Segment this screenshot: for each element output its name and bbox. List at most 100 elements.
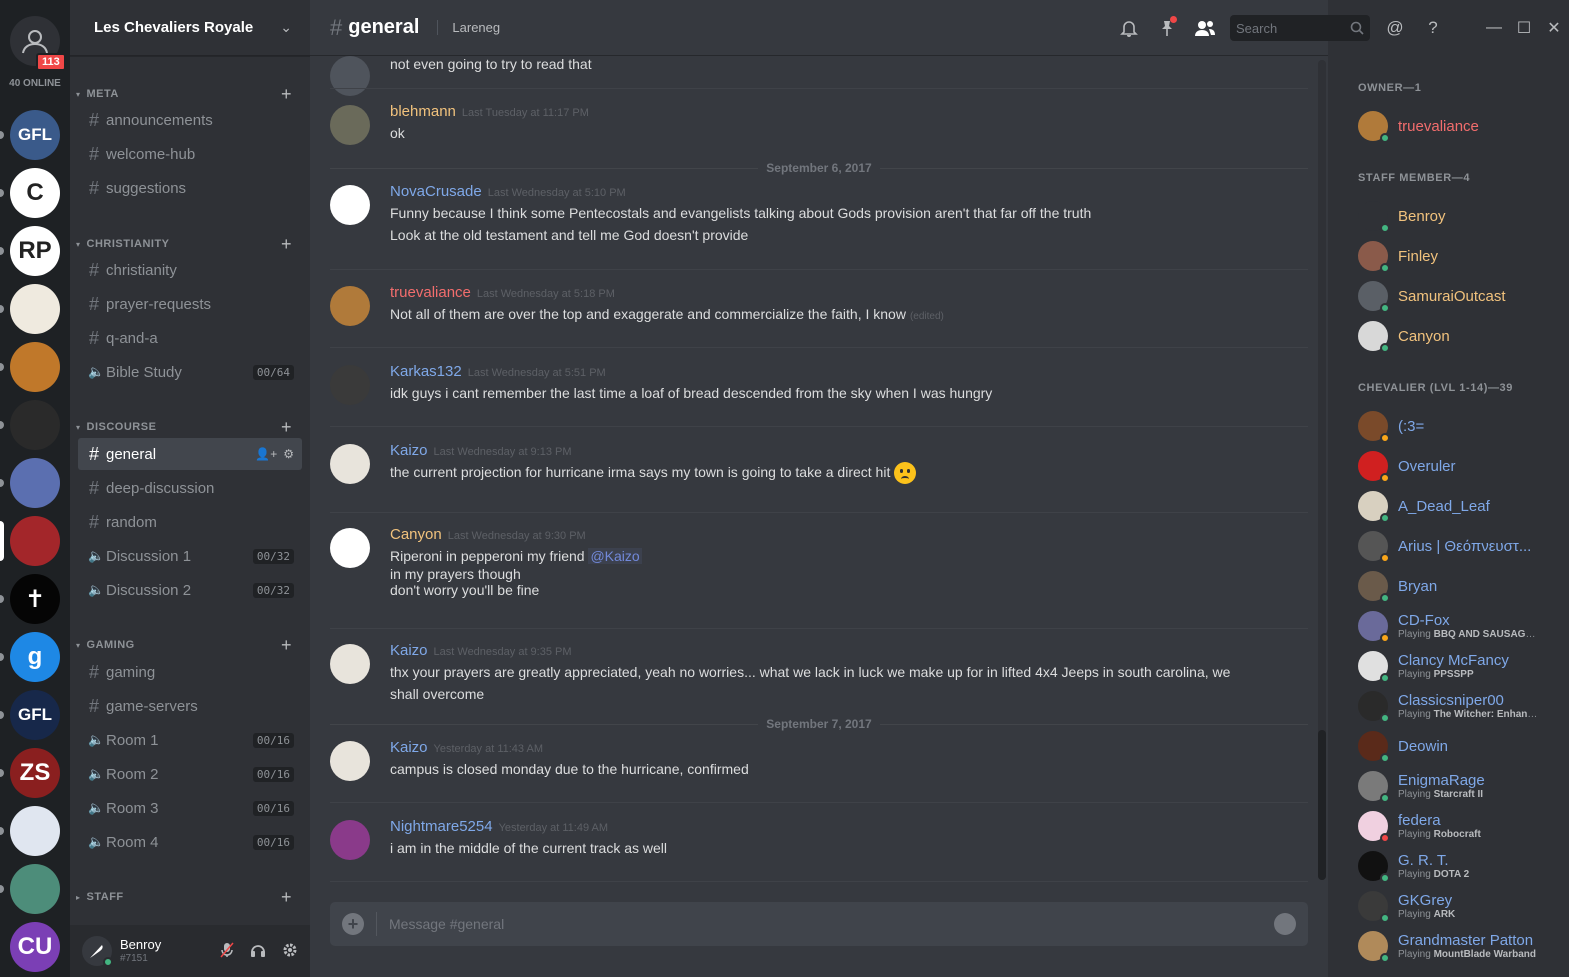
close-icon[interactable]: ✕ (1539, 18, 1569, 38)
server-icon[interactable]: C (10, 168, 60, 218)
channel-item-room-1[interactable]: 🔈 Room 1 00/16 (78, 724, 302, 756)
server-icon[interactable]: GFL (10, 110, 60, 160)
server-icon[interactable]: ZS (10, 748, 60, 798)
channel-item-bible-study[interactable]: 🔈 Bible Study 00/64 (78, 356, 302, 388)
member-item[interactable]: Bryan (1358, 566, 1563, 606)
message-author[interactable]: Kaizo (390, 442, 428, 459)
emoji-picker-icon[interactable] (1274, 913, 1296, 935)
server-icon[interactable] (10, 806, 60, 856)
avatar[interactable] (330, 820, 370, 860)
channel-item-room-3[interactable]: 🔈 Room 3 00/16 (78, 792, 302, 824)
avatar[interactable] (330, 56, 370, 96)
scrollbar-thumb[interactable] (1318, 730, 1326, 880)
message-author[interactable]: Karkas132 (390, 363, 462, 380)
avatar[interactable] (330, 365, 370, 405)
channel-settings-gear-icon[interactable]: ⚙ (283, 447, 294, 461)
channel-item-christianity[interactable]: # christianity (78, 254, 302, 286)
member-item[interactable]: Clancy McFancy Playing PPSSPP (1358, 646, 1563, 686)
upload-plus-icon[interactable]: + (342, 913, 364, 935)
category-meta[interactable]: ▾ META + (70, 84, 310, 104)
server-icon[interactable]: g (10, 632, 60, 682)
headphones-icon[interactable] (250, 942, 266, 961)
channel-item-gaming[interactable]: # gaming (78, 656, 302, 688)
channel-item-discussion-2[interactable]: 🔈 Discussion 2 00/32 (78, 574, 302, 606)
channel-item-welcome-hub[interactable]: # welcome-hub (78, 138, 302, 170)
category-christianity[interactable]: ▾ CHRISTIANITY + (70, 234, 310, 254)
search-box[interactable] (1230, 15, 1370, 41)
server-icon[interactable]: GFL (10, 690, 60, 740)
category-gaming[interactable]: ▾ GAMING + (70, 635, 310, 655)
invite-user-icon[interactable]: 👤+ (255, 447, 277, 461)
mentions-at-icon[interactable]: @ (1376, 18, 1414, 38)
search-input[interactable] (1236, 20, 1350, 36)
category-staff[interactable]: ▸ STAFF + (70, 887, 310, 907)
member-item[interactable]: truevaliance (1358, 106, 1563, 146)
mute-mic-icon[interactable] (220, 942, 234, 961)
member-item[interactable]: Deowin (1358, 726, 1563, 766)
member-item[interactable]: federa Playing Robocraft (1358, 806, 1563, 846)
maximize-icon[interactable]: ☐ (1509, 18, 1539, 38)
avatar[interactable] (82, 936, 113, 967)
channel-item-suggestions[interactable]: # suggestions (78, 172, 302, 204)
member-item[interactable]: Classicsniper00 Playing The Witcher: Enha… (1358, 686, 1563, 726)
category-discourse[interactable]: ▾ DISCOURSE + (70, 417, 310, 437)
message-author[interactable]: blehmann (390, 103, 456, 120)
create-channel-plus-icon[interactable]: + (281, 234, 292, 255)
members-icon[interactable] (1186, 19, 1224, 37)
avatar[interactable] (330, 444, 370, 484)
member-item[interactable]: Benroy (1358, 196, 1563, 236)
message-author[interactable]: Kaizo (390, 739, 428, 756)
member-item[interactable]: (:3= (1358, 406, 1563, 446)
member-item[interactable]: Grandmaster Patton Playing MountBlade War… (1358, 926, 1563, 966)
member-item[interactable]: A_Dead_Leaf (1358, 486, 1563, 526)
channel-item-announcements[interactable]: # announcements (78, 104, 302, 136)
member-item[interactable]: SamuraiOutcast (1358, 276, 1563, 316)
member-item[interactable]: CD-Fox Playing BBQ AND SAUSAGE... (1358, 606, 1563, 646)
member-item[interactable]: EnigmaRage Playing Starcraft II (1358, 766, 1563, 806)
create-channel-plus-icon[interactable]: + (281, 635, 292, 656)
bell-icon[interactable] (1110, 19, 1148, 37)
channel-item-room-2[interactable]: 🔈 Room 2 00/16 (78, 758, 302, 790)
server-icon[interactable] (10, 342, 60, 392)
message-author[interactable]: truevaliance (390, 284, 471, 301)
member-item[interactable]: Arius | Θεόπνευστ... (1358, 526, 1563, 566)
avatar[interactable] (330, 528, 370, 568)
user-mention[interactable]: @Kaizo (588, 548, 642, 564)
help-icon[interactable]: ? (1414, 18, 1452, 38)
channel-item-deep-discussion[interactable]: # deep-discussion (78, 472, 302, 504)
create-channel-plus-icon[interactable]: + (281, 887, 292, 908)
avatar[interactable] (330, 105, 370, 145)
message-input[interactable] (389, 916, 1274, 932)
channel-item-prayer-requests[interactable]: # prayer-requests (78, 288, 302, 320)
server-icon[interactable] (10, 400, 60, 450)
channel-item-random[interactable]: # random (78, 506, 302, 538)
channel-item-q-and-a[interactable]: # q-and-a (78, 322, 302, 354)
member-item[interactable]: Finley (1358, 236, 1563, 276)
channel-item-general[interactable]: # general 👤+ ⚙ (78, 438, 302, 470)
pin-icon[interactable] (1148, 16, 1186, 37)
minimize-icon[interactable]: — (1479, 19, 1509, 37)
channel-item-room-4[interactable]: 🔈 Room 4 00/16 (78, 826, 302, 858)
server-icon[interactable]: CU (10, 922, 60, 972)
settings-gear-icon[interactable] (282, 942, 298, 961)
message-author[interactable]: Canyon (390, 526, 442, 543)
server-icon[interactable]: RP (10, 226, 60, 276)
member-item[interactable]: Canyon (1358, 316, 1563, 356)
server-icon[interactable] (10, 864, 60, 914)
avatar[interactable] (330, 644, 370, 684)
chevron-down-icon[interactable]: ⌄ (280, 19, 292, 36)
message-author[interactable]: NovaCrusade (390, 183, 482, 200)
server-icon[interactable] (10, 458, 60, 508)
member-item[interactable]: GKGrey Playing ARK (1358, 886, 1563, 926)
create-channel-plus-icon[interactable]: + (281, 84, 292, 105)
create-channel-plus-icon[interactable]: + (281, 417, 292, 438)
message-author[interactable]: Nightmare5254 (390, 818, 493, 835)
server-icon[interactable]: ✝ (10, 574, 60, 624)
member-item[interactable]: G. R. T. Playing DOTA 2 (1358, 846, 1563, 886)
avatar[interactable] (330, 286, 370, 326)
channel-item-discussion-1[interactable]: 🔈 Discussion 1 00/32 (78, 540, 302, 572)
message-author[interactable]: Kaizo (390, 642, 428, 659)
member-item[interactable]: Overuler (1358, 446, 1563, 486)
guild-header[interactable]: Les Chevaliers Royale ⌄ (70, 0, 310, 56)
server-icon[interactable] (10, 284, 60, 334)
